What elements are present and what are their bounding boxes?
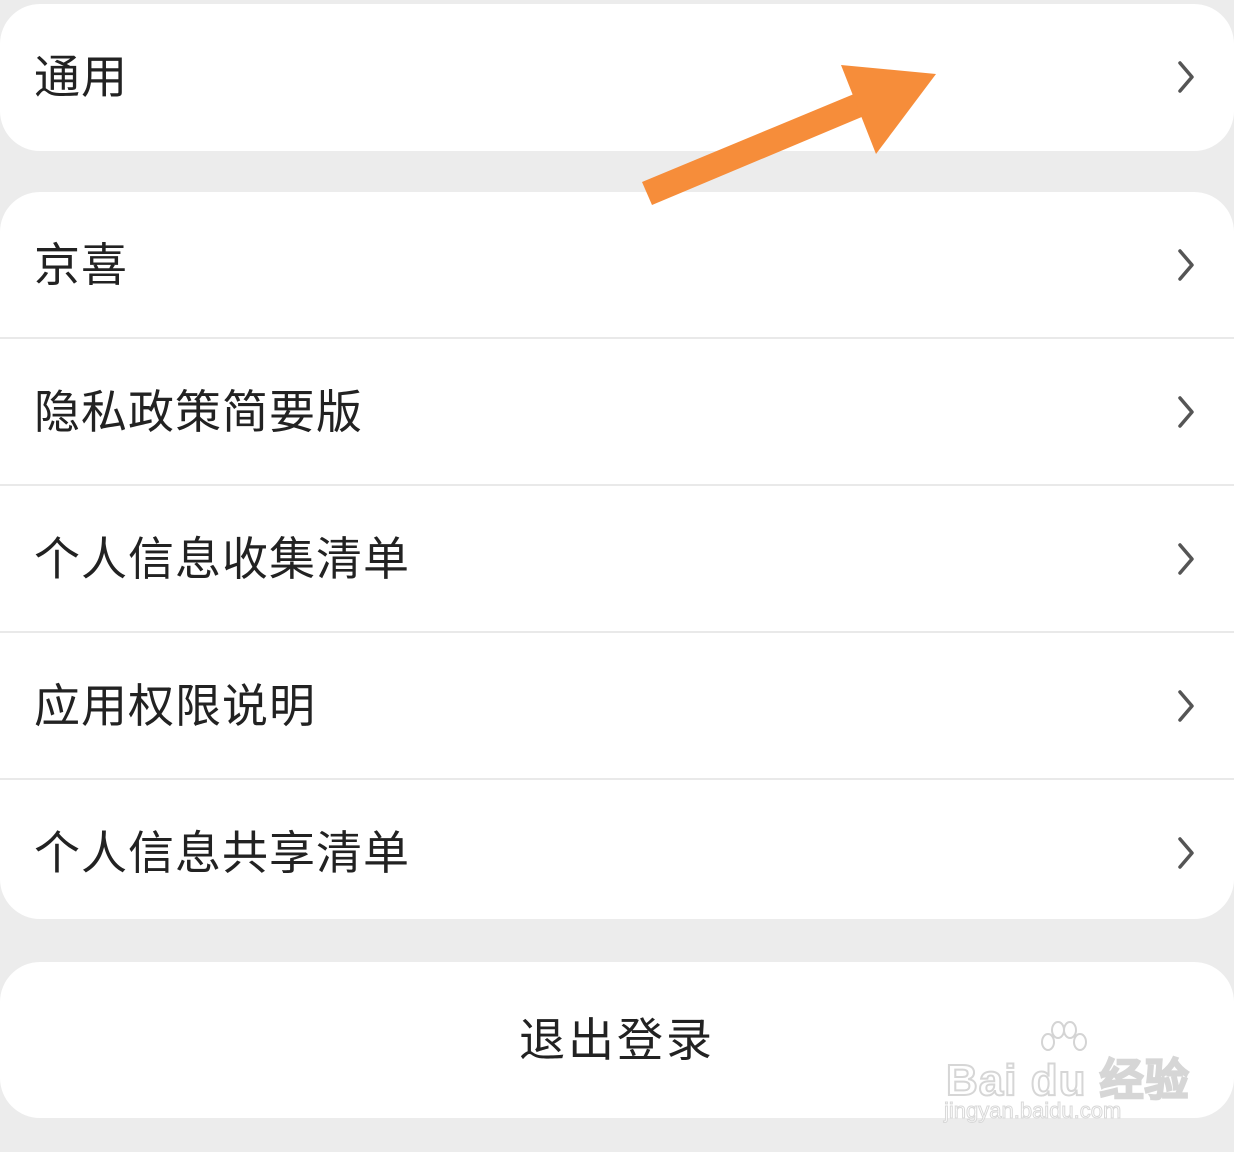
chevron-right-icon	[1178, 60, 1194, 93]
chevron-right-icon	[1178, 395, 1194, 428]
logout-button[interactable]: 退出登录	[0, 962, 1234, 1118]
settings-row-label: 个人信息收集清单	[34, 531, 410, 586]
settings-row-app-permissions[interactable]: 应用权限说明	[0, 631, 1234, 778]
settings-row-privacy-summary[interactable]: 隐私政策简要版	[0, 337, 1234, 484]
settings-row-label: 应用权限说明	[34, 678, 316, 733]
chevron-right-icon	[1178, 689, 1194, 722]
chevron-right-icon	[1178, 542, 1194, 575]
settings-list-card: 京喜 隐私政策简要版 个人信息收集清单 应用权限说明 个人信息共享清单	[0, 192, 1234, 919]
chevron-right-icon	[1178, 836, 1194, 869]
general-card: 通用	[0, 4, 1234, 151]
settings-row-label: 隐私政策简要版	[34, 384, 363, 439]
settings-row-jingxi[interactable]: 京喜	[0, 192, 1234, 337]
settings-row-label: 京喜	[34, 237, 128, 292]
settings-row-general[interactable]: 通用	[0, 4, 1234, 149]
settings-row-label: 个人信息共享清单	[34, 825, 410, 880]
settings-row-label: 通用	[34, 49, 128, 104]
settings-row-info-collection[interactable]: 个人信息收集清单	[0, 484, 1234, 631]
logout-label: 退出登录	[519, 1013, 715, 1067]
settings-row-info-sharing[interactable]: 个人信息共享清单	[0, 778, 1234, 919]
logout-card: 退出登录	[0, 962, 1234, 1118]
chevron-right-icon	[1178, 248, 1194, 281]
